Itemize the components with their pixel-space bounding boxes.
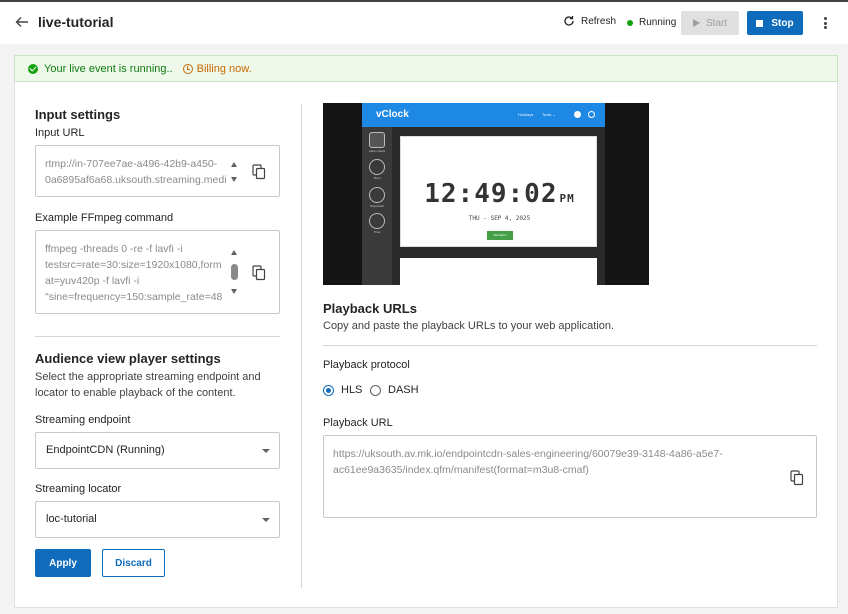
alarm-icon (369, 132, 385, 148)
timer-icon (369, 159, 385, 175)
hls-radio[interactable] (323, 385, 334, 396)
section-divider (35, 336, 280, 337)
ffmpeg-label: Example FFmpeg command (35, 212, 174, 224)
running-message: Your live event is running.. (28, 63, 173, 75)
chevron-down-icon (262, 518, 270, 522)
playback-url-field[interactable]: https://uksouth.av.mk.io/endpointcdn-sal… (323, 435, 817, 518)
preview-time-value: 12:49:02 (424, 179, 558, 209)
stop-label: Stop (771, 17, 794, 29)
audience-description-line2: locator to enable playback of the conten… (35, 387, 236, 399)
copy-icon[interactable] (790, 470, 804, 486)
apply-button[interactable]: Apply (35, 549, 91, 577)
top-bar: live-tutorial Refresh Running Start Stop (0, 0, 848, 44)
status-indicator: Running (627, 17, 676, 28)
playback-divider (323, 345, 817, 346)
input-settings-heading: Input settings (35, 107, 121, 122)
streaming-locator-dropdown[interactable]: loc-tutorial (35, 501, 280, 538)
back-arrow-icon[interactable] (14, 14, 30, 30)
start-label: Start (705, 17, 728, 29)
refresh-icon (564, 16, 574, 26)
preview-ampm: PM (559, 192, 575, 205)
video-preview[interactable]: vClock Holidays Tools ⌄ Alarm Clock Time… (323, 103, 649, 285)
page-title: live-tutorial (38, 14, 114, 30)
preview-clock-panel: 12:49:02 PM THU - SEP 4, 2025 Set Alarm (400, 136, 597, 247)
more-options-icon[interactable] (820, 15, 830, 31)
streaming-endpoint-label: Streaming endpoint (35, 414, 131, 426)
running-text: Your live event is running.. (44, 62, 173, 75)
streaming-locator-label: Streaming locator (35, 483, 122, 495)
preview-side-label: Time (373, 230, 381, 234)
copy-icon[interactable] (252, 164, 266, 180)
status-label: Running (639, 17, 677, 28)
preview-sidebar: Alarm Clock Timer Stopwatch Time (362, 127, 392, 285)
billing-message: Billing now. (182, 62, 252, 75)
preview-top-bar: vClock Holidays Tools ⌄ (362, 103, 605, 127)
scroll-up-icon[interactable] (231, 162, 237, 167)
clock-icon (182, 63, 193, 74)
scrollbar-thumb[interactable] (231, 264, 238, 280)
preview-nav-item: Tools ⌄ (542, 112, 556, 117)
ffmpeg-command-field[interactable]: ffmpeg -threads 0 -re -f lavfi -i testsr… (35, 230, 280, 314)
audience-description-line1: Select the appropriate streaming endpoin… (35, 371, 261, 383)
discard-button[interactable]: Discard (102, 549, 165, 577)
ffmpeg-command-value: ffmpeg -threads 0 -re -f lavfi -i testsr… (45, 243, 223, 303)
copy-icon[interactable] (252, 265, 266, 281)
hls-label[interactable]: HLS (341, 384, 362, 396)
scroll-up-icon[interactable] (231, 250, 237, 255)
chevron-down-icon (262, 449, 270, 453)
preview-lower-panel (400, 258, 597, 285)
preview-side-label: Alarm Clock (368, 149, 386, 153)
success-check-icon (28, 63, 38, 74)
audience-heading: Audience view player settings (35, 351, 221, 366)
refresh-button[interactable]: Refresh (563, 15, 616, 27)
input-url-label: Input URL (35, 127, 85, 139)
start-button[interactable]: Start (681, 11, 739, 35)
running-dot-icon (627, 19, 633, 26)
playback-protocol-label: Playback protocol (323, 359, 410, 371)
input-url-field[interactable]: rtmp://in-707ee7ae-a496-42b9-a450- 0a689… (35, 145, 280, 197)
status-banner: Your live event is running.. Billing now… (14, 55, 838, 82)
playback-url-label: Playback URL (323, 417, 393, 429)
refresh-label: Refresh (581, 15, 617, 27)
scroll-down-icon[interactable] (231, 177, 237, 182)
preview-side-label: Stopwatch (369, 204, 384, 208)
preview-date: THU - SEP 4, 2025 (468, 215, 531, 222)
playback-description: Copy and paste the playback URLs to your… (323, 320, 615, 332)
stopwatch-icon (369, 187, 385, 203)
preview-app-frame: vClock Holidays Tools ⌄ Alarm Clock Time… (362, 103, 605, 285)
preview-logo: vClock (376, 109, 409, 120)
play-icon (692, 19, 700, 27)
streaming-locator-value: loc-tutorial (46, 513, 97, 525)
time-icon (369, 213, 385, 229)
playback-heading: Playback URLs (323, 301, 417, 316)
streaming-endpoint-value: EndpointCDN (Running) (46, 444, 165, 456)
preview-set-button: Set Alarm (487, 231, 513, 240)
dash-radio[interactable] (370, 385, 381, 396)
preview-side-label: Timer (373, 176, 381, 180)
playback-url-value: https://uksouth.av.mk.io/endpointcdn-sal… (333, 448, 723, 476)
streaming-endpoint-dropdown[interactable]: EndpointCDN (Running) (35, 432, 280, 469)
dash-label[interactable]: DASH (388, 384, 419, 396)
input-url-value: rtmp://in-707ee7ae-a496-42b9-a450- 0a689… (45, 158, 227, 186)
stop-icon (756, 19, 764, 27)
preview-nav-item: Holidays (518, 112, 534, 117)
scroll-down-icon[interactable] (231, 289, 237, 294)
preview-time: 12:49:02 PM (401, 179, 598, 209)
billing-text: Billing now. (196, 62, 252, 75)
column-divider (301, 104, 302, 588)
settings-gear-icon (588, 111, 595, 118)
stop-button[interactable]: Stop (747, 11, 803, 35)
theme-toggle-icon (574, 111, 581, 118)
